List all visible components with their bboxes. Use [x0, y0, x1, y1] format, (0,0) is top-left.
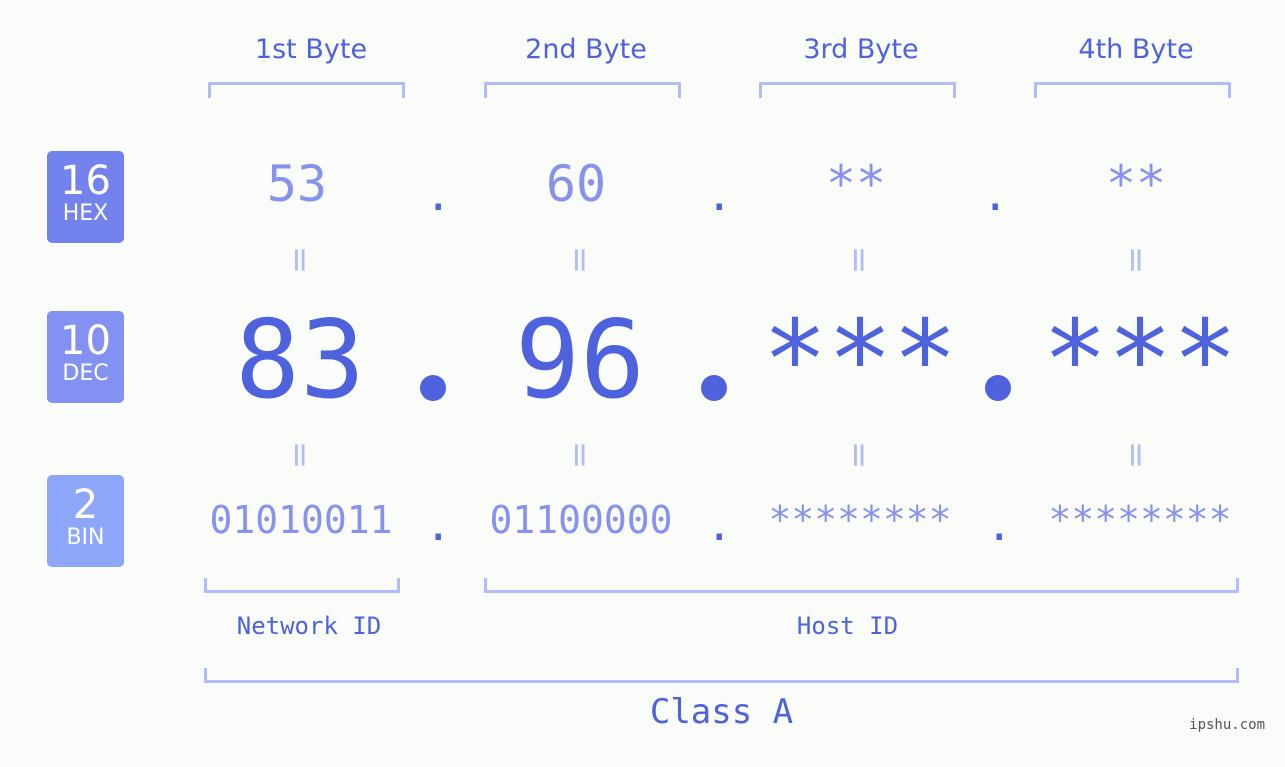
- equals-dec-bin-2: =: [560, 440, 600, 470]
- dec-separator-1: [420, 375, 446, 401]
- dec-value-2: 96: [514, 298, 646, 423]
- equals-dec-bin-3: =: [839, 440, 879, 470]
- equals-dec-bin-4: =: [1116, 440, 1156, 470]
- equals-hex-dec-4: =: [1116, 245, 1156, 275]
- bin-value-4: ********: [1048, 498, 1232, 542]
- dec-separator-3: [985, 375, 1011, 401]
- hex-value-3: **: [825, 155, 887, 213]
- hex-value-4: **: [1105, 155, 1167, 213]
- dec-badge-label: DEC: [62, 361, 109, 386]
- class-label: Class A: [649, 692, 794, 732]
- byte-header-1: 1st Byte: [254, 34, 368, 65]
- hex-badge-label: HEX: [62, 201, 109, 226]
- hex-badge: 16 HEX: [47, 151, 124, 243]
- dec-separator-2: [701, 375, 727, 401]
- hex-value-2: 60: [545, 155, 607, 213]
- byte-header-4: 4th Byte: [1078, 34, 1194, 65]
- equals-dec-bin-1: =: [280, 440, 320, 470]
- bin-value-2: 01100000: [489, 498, 673, 542]
- dec-value-4: ***: [1042, 298, 1238, 423]
- dec-badge: 10 DEC: [47, 311, 124, 403]
- byte-bracket-4: [1034, 82, 1231, 98]
- equals-hex-dec-3: =: [839, 245, 879, 275]
- hex-separator-1: .: [425, 170, 452, 221]
- bin-value-1: 01010011: [209, 498, 393, 542]
- bin-separator-2: .: [706, 500, 733, 551]
- bin-badge-label: BIN: [66, 525, 105, 550]
- class-bracket: [204, 668, 1239, 683]
- bin-separator-1: .: [425, 500, 452, 551]
- network-id-label: Network ID: [236, 612, 382, 640]
- equals-hex-dec-1: =: [280, 245, 320, 275]
- bin-badge: 2 BIN: [47, 475, 124, 567]
- byte-bracket-1: [208, 82, 405, 98]
- hex-value-1: 53: [266, 155, 328, 213]
- bin-separator-3: .: [986, 500, 1013, 551]
- hex-badge-number: 16: [60, 158, 111, 204]
- bin-value-3: ********: [768, 498, 952, 542]
- byte-header-3: 3rd Byte: [803, 34, 919, 65]
- hex-separator-3: .: [982, 170, 1009, 221]
- watermark: ipshu.com: [1189, 717, 1265, 733]
- dec-value-1: 83: [234, 298, 366, 423]
- byte-bracket-2: [484, 82, 681, 98]
- host-id-label: Host ID: [796, 612, 899, 640]
- dec-value-3: ***: [762, 298, 958, 423]
- byte-header-2: 2nd Byte: [525, 34, 647, 65]
- equals-hex-dec-2: =: [560, 245, 600, 275]
- host-id-bracket: [484, 578, 1239, 593]
- byte-bracket-3: [759, 82, 956, 98]
- bin-badge-number: 2: [72, 482, 99, 528]
- hex-separator-2: .: [706, 170, 733, 221]
- network-id-bracket: [204, 578, 400, 593]
- dec-badge-number: 10: [60, 318, 111, 364]
